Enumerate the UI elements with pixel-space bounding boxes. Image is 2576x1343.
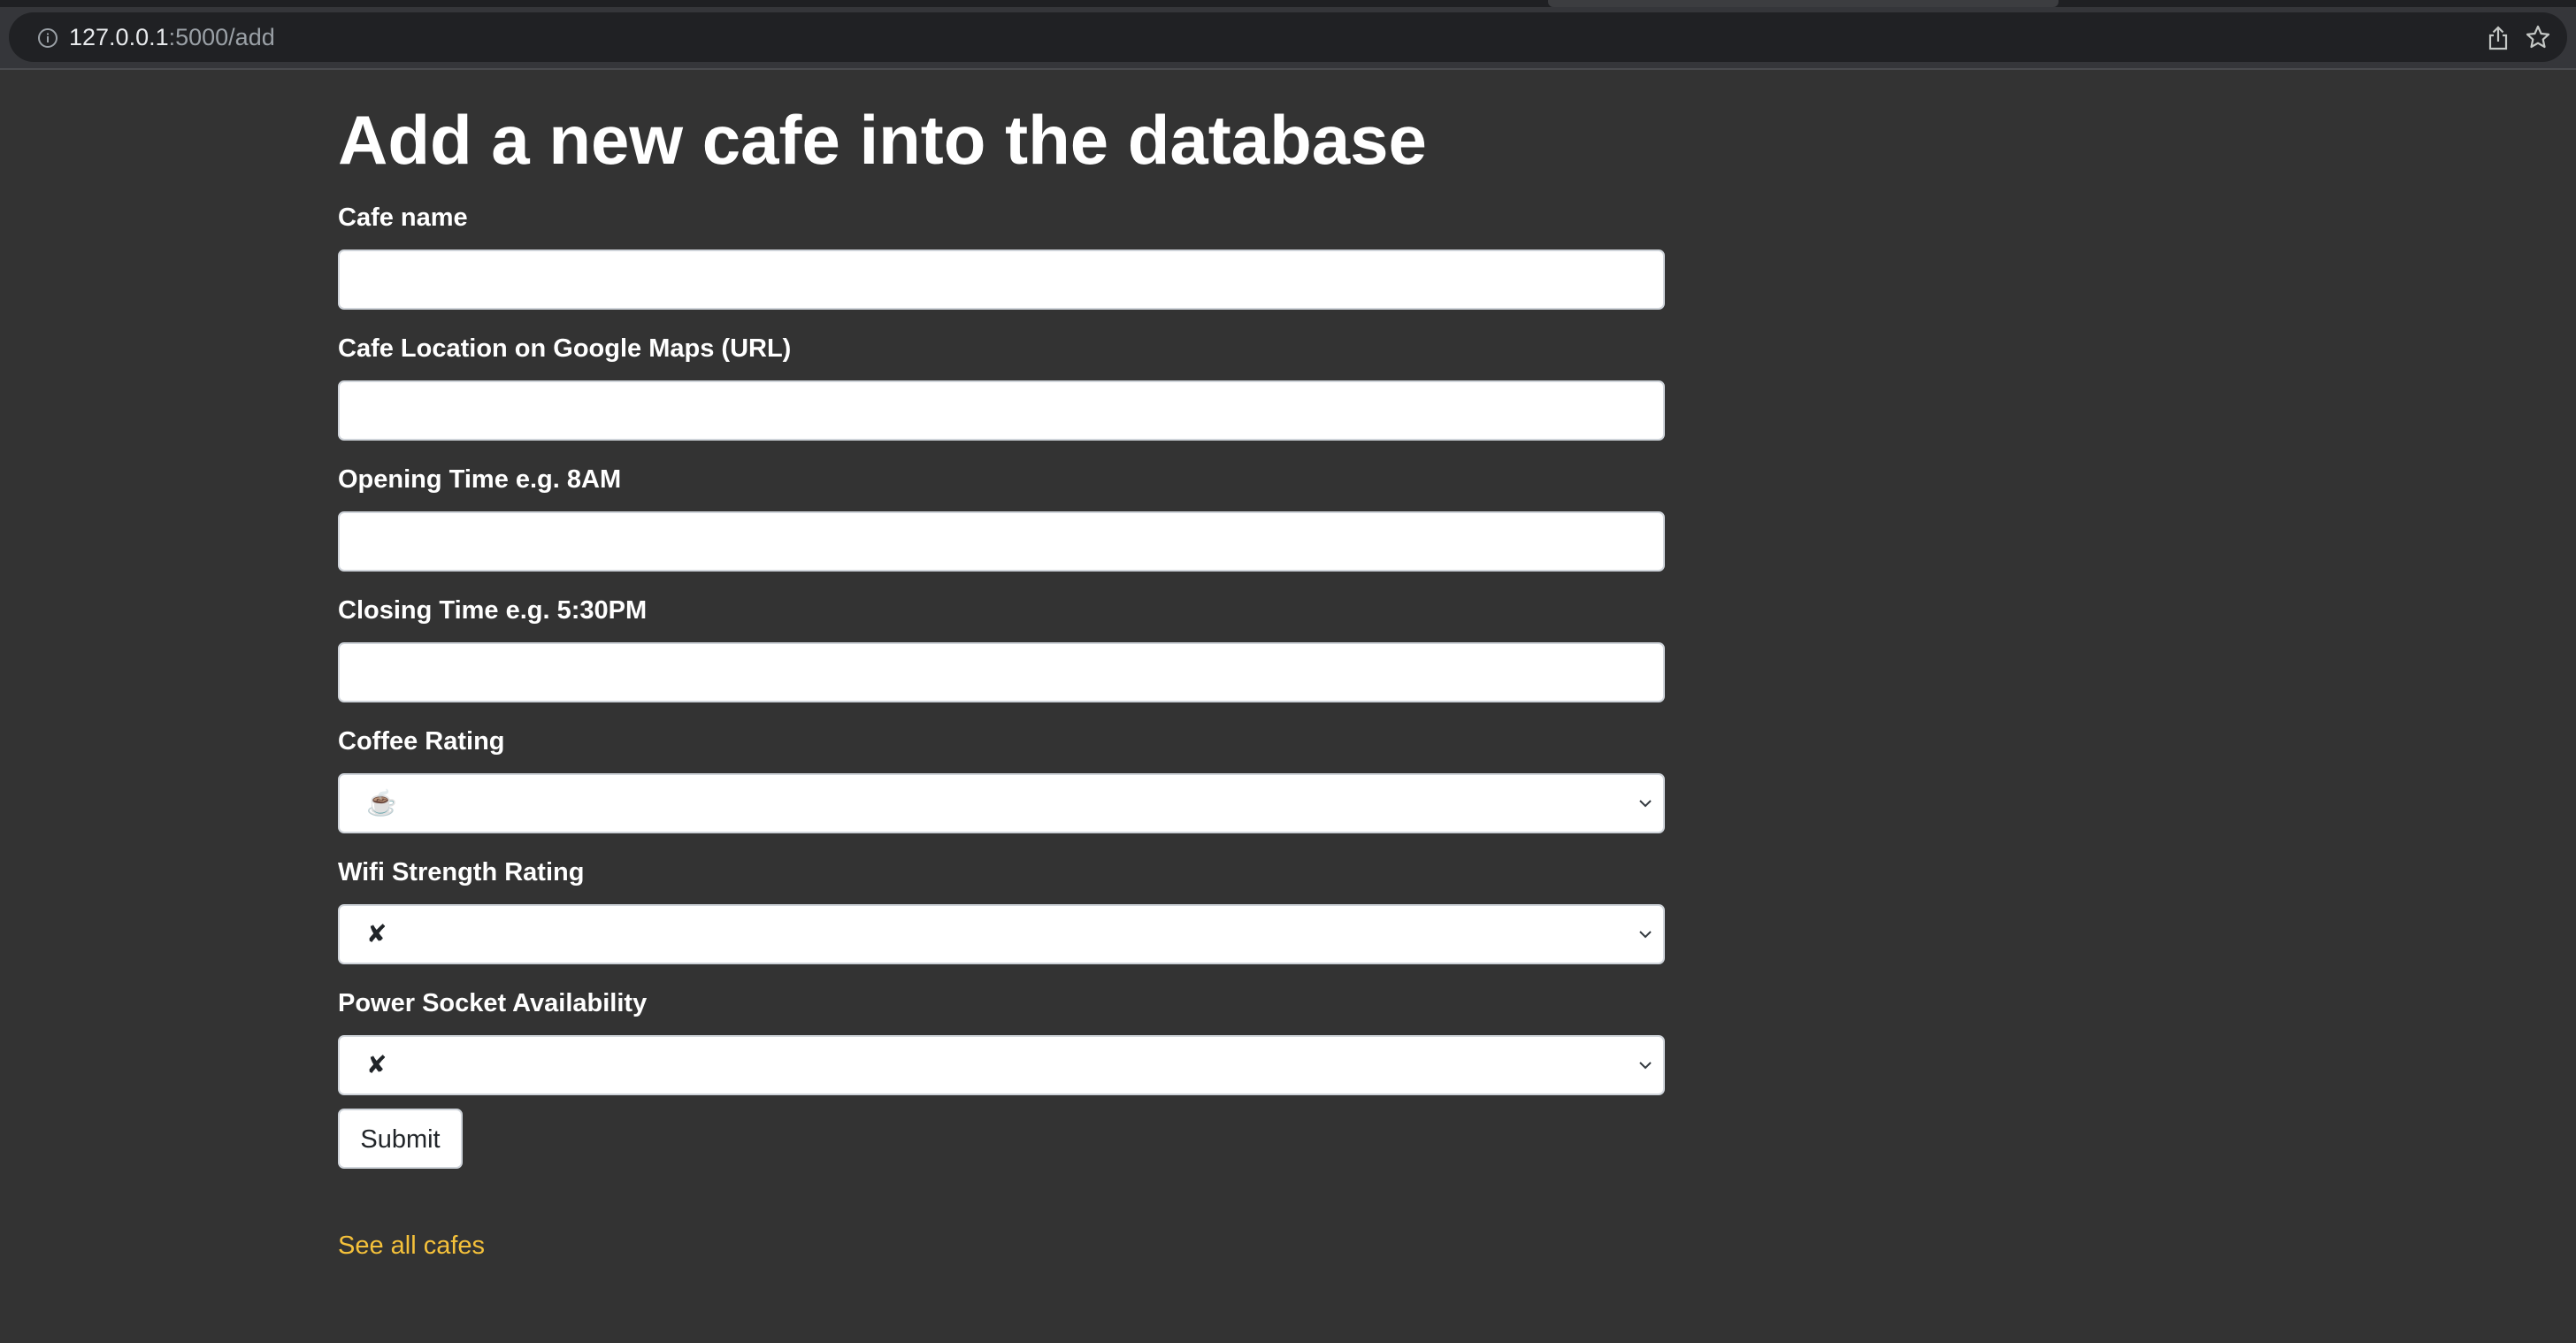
browser-toolbar: 127.0.0.1:5000/add	[0, 7, 2576, 70]
wifi-rating-value: ✘	[366, 919, 387, 948]
chevron-down-icon	[1639, 1062, 1652, 1070]
power-socket-label: Power Socket Availability	[338, 989, 648, 1017]
url-text[interactable]: 127.0.0.1:5000/add	[69, 22, 275, 52]
closing-time-input[interactable]	[338, 642, 1665, 702]
address-bar[interactable]: 127.0.0.1:5000/add	[9, 12, 2567, 62]
coffee-rating-value: ☕️	[366, 788, 397, 817]
wifi-rating-label: Wifi Strength Rating	[338, 858, 585, 886]
cafe-name-input[interactable]	[338, 249, 1665, 310]
info-icon[interactable]	[37, 27, 58, 49]
closing-time-field: Closing Time e.g. 5:30PM	[338, 593, 1665, 724]
opening-time-label: Opening Time e.g. 8AM	[338, 465, 622, 494]
cafe-name-field: Cafe name	[338, 200, 1665, 331]
submit-button[interactable]: Submit	[338, 1109, 463, 1169]
cafe-location-input[interactable]	[338, 380, 1665, 441]
opening-time-input[interactable]	[338, 511, 1665, 572]
page-content: Add a new cafe into the database Cafe na…	[338, 80, 1665, 1260]
page-title: Add a new cafe into the database	[338, 101, 1427, 179]
coffee-rating-label: Coffee Rating	[338, 727, 505, 756]
coffee-rating-select[interactable]: ☕️	[338, 773, 1665, 833]
active-tab-edge	[1548, 0, 2058, 7]
cafe-location-field: Cafe Location on Google Maps (URL)	[338, 331, 1665, 462]
chevron-down-icon	[1639, 800, 1652, 808]
wifi-rating-select[interactable]: ✘	[338, 904, 1665, 964]
cafe-name-label: Cafe name	[338, 203, 468, 232]
cafe-location-label: Cafe Location on Google Maps (URL)	[338, 334, 792, 363]
coffee-rating-field: Coffee Rating ☕️	[338, 724, 1665, 855]
chevron-down-icon	[1639, 931, 1652, 939]
power-socket-value: ✘	[366, 1050, 387, 1079]
see-all-cafes-link[interactable]: See all cafes	[338, 1228, 485, 1263]
opening-time-field: Opening Time e.g. 8AM	[338, 462, 1665, 593]
share-icon[interactable]	[2486, 25, 2511, 51]
bookmark-star-icon[interactable]	[2525, 24, 2551, 50]
closing-time-label: Closing Time e.g. 5:30PM	[338, 596, 648, 625]
url-host: 127.0.0.1	[69, 24, 169, 50]
wifi-rating-field: Wifi Strength Rating ✘	[338, 855, 1665, 986]
power-socket-select[interactable]: ✘	[338, 1035, 1665, 1095]
power-socket-field: Power Socket Availability ✘	[338, 986, 1665, 1117]
url-path: :5000/add	[168, 24, 275, 50]
tab-strip	[0, 0, 2576, 7]
